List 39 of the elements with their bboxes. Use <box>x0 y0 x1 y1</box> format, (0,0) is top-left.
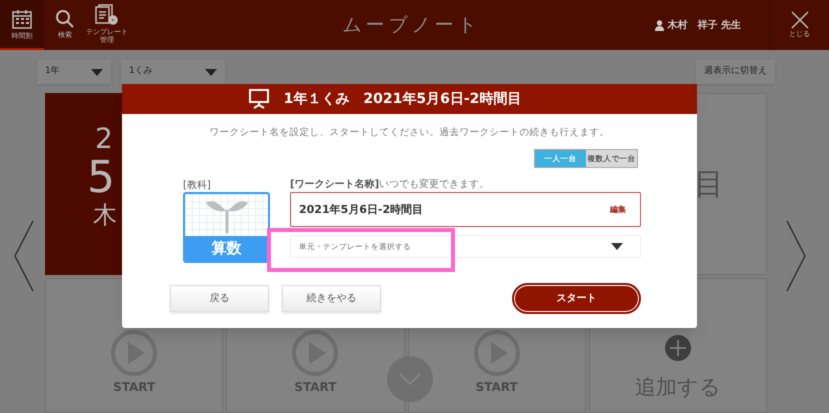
month-text: 5 <box>87 155 115 201</box>
worksheet-name-field[interactable]: 2021年5月6日-2時間目 編集 <box>290 192 641 228</box>
year-text: 2 <box>95 123 113 155</box>
chevron-left-icon <box>14 220 34 292</box>
weekday-text: 木 <box>93 201 117 229</box>
back-button[interactable]: 戻る <box>170 285 269 312</box>
dropdown-caret-icon <box>205 68 217 76</box>
next-button[interactable] <box>786 220 806 292</box>
document-gear-icon <box>95 4 119 26</box>
start-label: START <box>476 379 518 396</box>
class-select[interactable]: 1くみ <box>121 60 225 84</box>
chevron-right-icon <box>786 220 806 292</box>
dialog-title: 1年１くみ 2021年5月6日-2時間目 <box>284 90 522 108</box>
edit-link[interactable]: 編集 <box>610 204 626 216</box>
start-label: START <box>113 379 156 396</box>
user-name: 木村 祥子 先生 <box>668 18 741 32</box>
week-view-button[interactable]: 週表示に切替え <box>696 60 775 84</box>
search-icon <box>55 9 75 29</box>
name-label: [ワークシート名称] <box>290 178 380 192</box>
play-icon <box>110 329 158 377</box>
start-button[interactable]: スタート <box>512 283 641 314</box>
calendar-icon <box>11 8 33 30</box>
subject-label: [教科] <box>183 178 212 192</box>
start-label: START <box>294 379 336 396</box>
dropdown-caret-icon <box>91 68 103 76</box>
play-icon <box>291 329 340 377</box>
dropdown-caret-icon <box>611 243 623 250</box>
subject-name: 算数 <box>185 236 268 262</box>
plus-icon <box>664 334 692 362</box>
grade-select[interactable]: 1年 <box>37 60 111 84</box>
close-icon <box>790 10 808 29</box>
name-hint: いつでも変更できます。 <box>379 178 490 192</box>
previous-button[interactable] <box>14 220 34 292</box>
app-title: ムーブノート <box>341 12 482 38</box>
play-icon <box>472 329 521 377</box>
user-icon <box>654 20 664 30</box>
continue-button[interactable]: 続きをやる <box>282 285 381 312</box>
presentation-screen-icon <box>248 89 270 109</box>
instruction-text: ワークシート名を設定し、スタートしてください。過去ワークシートの続きも行えます。 <box>208 126 610 140</box>
